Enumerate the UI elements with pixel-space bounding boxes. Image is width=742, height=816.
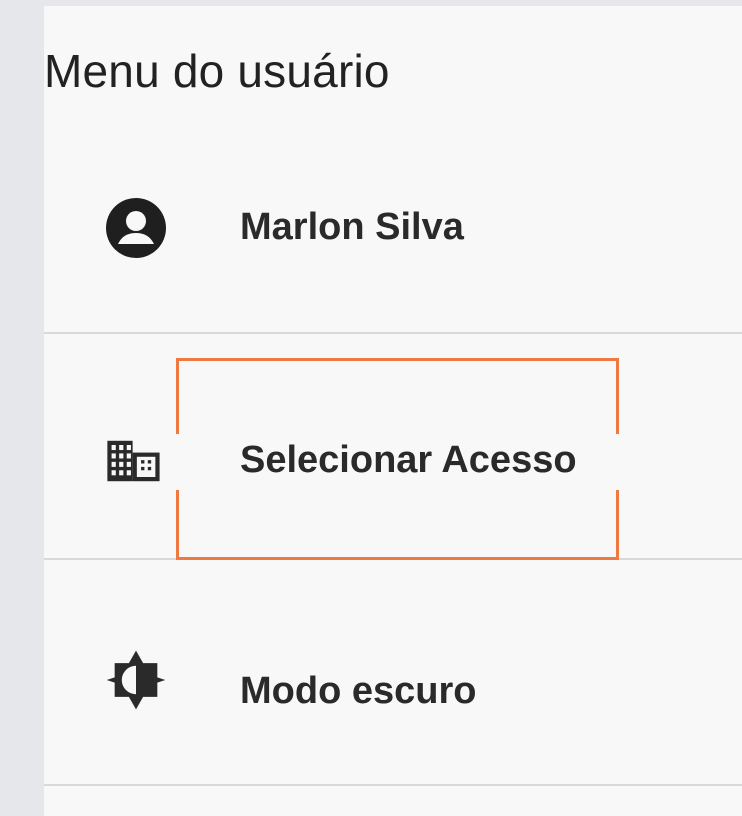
highlight-gap-right bbox=[615, 434, 621, 490]
menu-item-select-access-label: Selecionar Acesso bbox=[240, 439, 577, 481]
menu-item-profile[interactable]: Marlon Silva bbox=[44, 118, 742, 344]
highlight-gap-left bbox=[174, 434, 180, 490]
menu-item-dark-mode-label: Modo escuro bbox=[240, 670, 477, 712]
account-circle-icon bbox=[104, 196, 168, 260]
left-edge-strip bbox=[0, 0, 44, 816]
bottom-divider bbox=[44, 784, 742, 786]
building-icon bbox=[104, 429, 168, 493]
menu-item-dark-mode[interactable]: Modo escuro bbox=[44, 558, 742, 784]
menu-item-profile-label: Marlon Silva bbox=[240, 206, 464, 248]
menu-title: Menu do usuário bbox=[44, 45, 390, 97]
menu-item-select-access[interactable]: Selecionar Acesso bbox=[44, 332, 742, 558]
user-menu-panel: Menu do usuário Marlon Silva Selecionar … bbox=[44, 6, 742, 816]
brightness-icon bbox=[104, 648, 168, 712]
